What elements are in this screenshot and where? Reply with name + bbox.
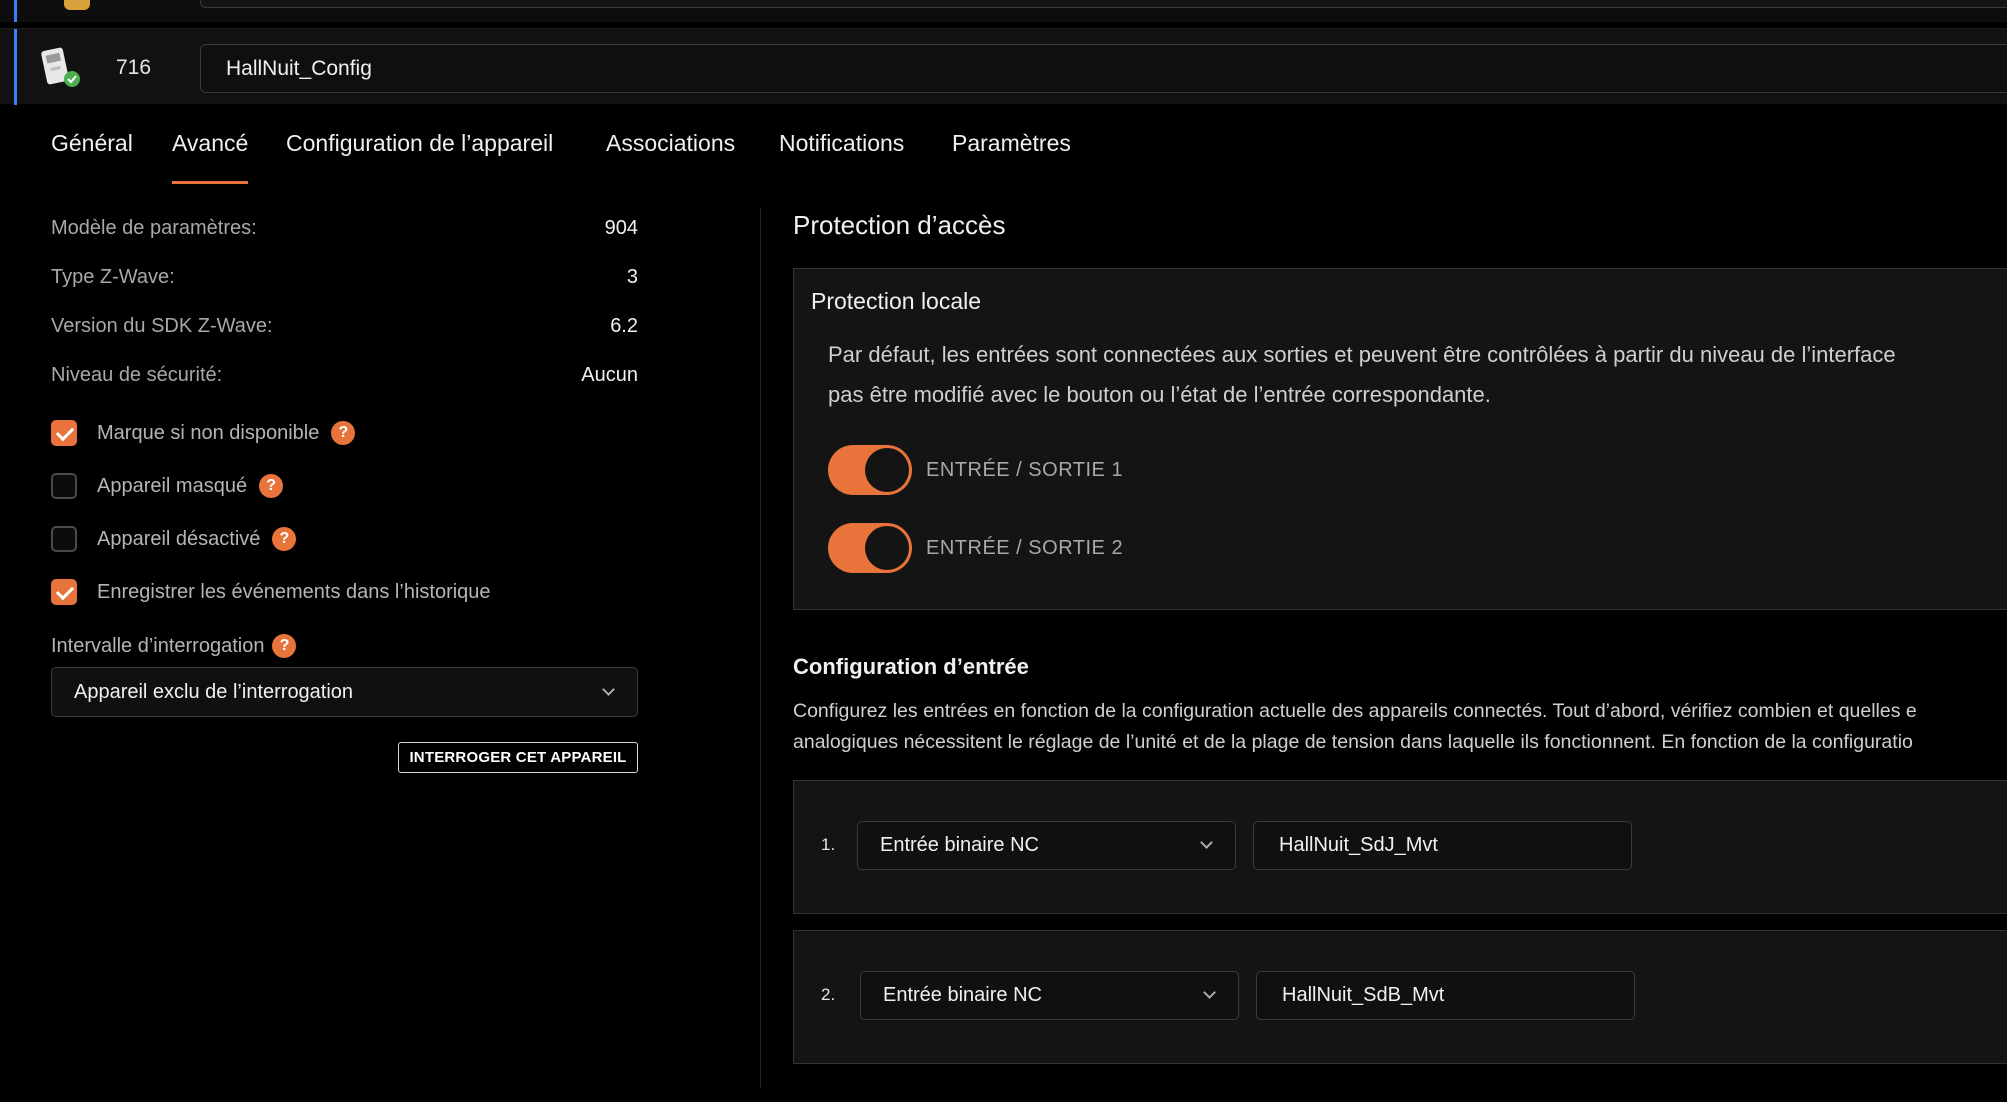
chevron-down-icon — [602, 683, 615, 696]
toggle-row-io-1: ENTRÉE / SORTIE 1 — [828, 445, 1123, 495]
chevron-down-icon — [1203, 986, 1216, 999]
tab-parameters[interactable]: Paramètres — [952, 130, 1071, 157]
device-id: 716 — [116, 56, 152, 79]
local-protection-card: Protection locale Par défaut, les entrée… — [793, 268, 2007, 610]
input-configuration-description: Configurez les entrées en fonction de la… — [793, 696, 2007, 758]
info-value: Aucun — [581, 364, 638, 386]
hidden-device-checkbox[interactable] — [51, 473, 77, 499]
input-number: 1. — [821, 835, 836, 854]
input-name-field[interactable]: HallNuit_SdJ_Mvt — [1253, 821, 1632, 870]
local-protection-title: Protection locale — [811, 288, 982, 314]
toggle-knob — [865, 448, 909, 492]
input-type-select[interactable]: Entrée binaire NC — [860, 971, 1239, 1020]
option-hidden-device: Appareil masqué ? — [51, 471, 284, 501]
option-mark-unavailable: Marque si non disponible ? — [51, 418, 356, 448]
toggle-label: ENTRÉE / SORTIE 1 — [926, 458, 1124, 481]
device-name-input[interactable]: HallNuit_Config — [200, 44, 2007, 93]
previous-device-row[interactable] — [0, 0, 2007, 22]
option-label: Marque si non disponible — [97, 421, 320, 444]
device-info-panel: Modèle de paramètres: 904 Type Z-Wave: 3… — [51, 205, 638, 401]
option-disabled-device: Appareil désactivé ? — [51, 524, 297, 554]
help-icon[interactable]: ? — [331, 421, 356, 445]
interrogate-device-button[interactable]: INTERROGER CET APPAREIL — [398, 742, 638, 773]
tab-device-configuration[interactable]: Configuration de l’appareil — [286, 130, 553, 157]
previous-device-name-input[interactable] — [200, 0, 2007, 8]
info-key: Modèle de paramètres: — [51, 217, 257, 239]
info-row-security-level: Niveau de sécurité: Aucun — [51, 352, 638, 401]
info-value: 6.2 — [610, 315, 638, 337]
toggle-knob — [865, 526, 909, 570]
input-card-1: 1. Entrée binaire NC HallNuit_SdJ_Mvt — [793, 780, 2007, 914]
help-icon[interactable]: ? — [272, 634, 297, 658]
panel-divider — [760, 208, 761, 1088]
info-key: Niveau de sécurité: — [51, 364, 223, 386]
log-events-checkbox[interactable] — [51, 579, 77, 605]
tab-general[interactable]: Général — [51, 130, 133, 157]
toggle-row-io-2: ENTRÉE / SORTIE 2 — [828, 523, 1123, 573]
disabled-device-checkbox[interactable] — [51, 526, 77, 552]
row-marker — [14, 29, 17, 105]
io-2-toggle[interactable] — [828, 523, 912, 573]
polling-interval-label-text: Intervalle d’interrogation — [51, 634, 265, 657]
device-row: 716 HallNuit_Config — [0, 28, 2007, 105]
info-value: 3 — [626, 266, 638, 288]
zwave-module-icon — [40, 43, 84, 91]
help-icon[interactable]: ? — [259, 474, 284, 498]
polling-interval-value: Appareil exclu de l’interrogation — [74, 681, 354, 703]
input-card-2: 2. Entrée binaire NC HallNuit_SdB_Mvt — [793, 930, 2007, 1064]
mark-unavailable-checkbox[interactable] — [51, 420, 77, 446]
previous-device-icon — [64, 0, 90, 10]
description-line: analogiques nécessitent le réglage de l’… — [793, 731, 1913, 753]
description-line: pas être modifié avec le bouton ou l’éta… — [828, 382, 1491, 407]
description-line: Configurez les entrées en fonction de la… — [793, 700, 1917, 722]
option-label: Appareil désactivé — [97, 527, 261, 550]
row-marker — [14, 0, 17, 22]
tab-associations[interactable]: Associations — [606, 130, 735, 157]
input-type-value: Entrée binaire NC — [883, 984, 1042, 1006]
online-check-icon — [64, 71, 80, 87]
polling-interval-label: Intervalle d’interrogation ? — [51, 634, 297, 658]
tab-notifications[interactable]: Notifications — [779, 130, 904, 157]
polling-interval-select[interactable]: Appareil exclu de l’interrogation — [51, 667, 638, 717]
info-value: 904 — [604, 217, 638, 239]
tab-advanced[interactable]: Avancé — [172, 130, 249, 184]
chevron-down-icon — [1200, 836, 1213, 849]
tab-bar: Général Avancé Configuration de l’appare… — [0, 108, 2007, 184]
option-label: Enregistrer les événements dans l’histor… — [97, 580, 491, 603]
info-row-parameter-model: Modèle de paramètres: 904 — [51, 205, 638, 254]
option-label: Appareil masqué — [97, 474, 248, 497]
toggle-label: ENTRÉE / SORTIE 2 — [926, 536, 1124, 559]
info-row-zwave-type: Type Z-Wave: 3 — [51, 254, 638, 303]
input-name-field[interactable]: HallNuit_SdB_Mvt — [1256, 971, 1635, 1020]
io-1-toggle[interactable] — [828, 445, 912, 495]
input-number: 2. — [821, 985, 836, 1004]
option-log-events: Enregistrer les événements dans l’histor… — [51, 577, 491, 607]
info-key: Version du SDK Z-Wave: — [51, 315, 273, 337]
input-configuration-title: Configuration d’entrée — [793, 654, 1029, 679]
description-line: Par défaut, les entrées sont connectées … — [828, 342, 1896, 367]
info-row-sdk-version: Version du SDK Z-Wave: 6.2 — [51, 303, 638, 352]
help-icon[interactable]: ? — [272, 527, 297, 551]
local-protection-description: Par défaut, les entrées sont connectées … — [828, 335, 2007, 415]
access-protection-title: Protection d’accès — [793, 210, 1006, 240]
input-type-value: Entrée binaire NC — [880, 834, 1039, 856]
info-key: Type Z-Wave: — [51, 266, 175, 288]
input-type-select[interactable]: Entrée binaire NC — [857, 821, 1236, 870]
